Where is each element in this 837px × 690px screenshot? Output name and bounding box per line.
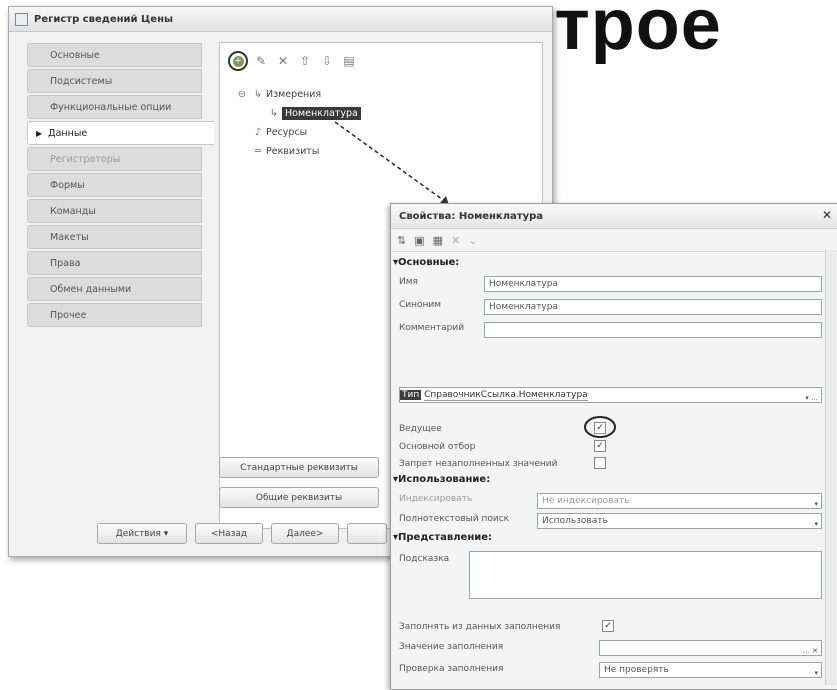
leading-label: Ведущее xyxy=(399,424,442,434)
section-basic-header[interactable]: ▾Основные: xyxy=(393,257,459,268)
fill-value-field[interactable]: … ✕ xyxy=(599,640,822,656)
close-icon[interactable]: ✕ xyxy=(822,208,832,222)
name-field[interactable]: Номенклатура xyxy=(484,276,822,292)
type-label: Тип xyxy=(400,390,422,400)
chevron-down-icon: ▾ xyxy=(814,669,818,677)
properties-titlebar: Свойства: Номенклатура ✕ xyxy=(391,204,837,229)
filter-icon[interactable]: ▦ xyxy=(433,234,443,247)
fill-from-checkbox[interactable]: ✓ xyxy=(602,620,614,632)
fulltext-label: Полнотекстовый поиск xyxy=(399,514,510,524)
section-view-header[interactable]: ▾Представление: xyxy=(393,532,492,543)
tooltip-field[interactable] xyxy=(469,551,822,599)
chevron-down-icon: ▾ xyxy=(814,500,818,508)
main-filter-checkbox[interactable]: ✓ xyxy=(594,440,606,452)
vertical-scrollbar[interactable] xyxy=(825,250,836,685)
fill-value-label: Значение заполнения xyxy=(399,642,504,652)
comment-field[interactable] xyxy=(484,322,822,338)
type-value: СправочникСсылка.Номенклатура xyxy=(424,390,588,401)
fill-from-label: Заполнять из данных заполнения xyxy=(399,622,561,632)
clear-value-icon[interactable]: … ✕ xyxy=(803,644,818,655)
synonym-field[interactable]: Номенклатура xyxy=(484,299,822,315)
type-field[interactable]: Тип СправочникСсылка.Номенклатура ▾ … xyxy=(399,387,822,403)
fill-check-select[interactable]: Не проверять ▾ xyxy=(599,662,822,678)
comment-label: Комментарий xyxy=(399,323,465,333)
deny-empty-label: Запрет незаполненных значений xyxy=(399,459,558,469)
name-label: Имя xyxy=(399,277,418,287)
sort-icon[interactable]: ⇅ xyxy=(397,234,406,247)
index-label: Индексировать xyxy=(399,494,473,504)
categories-icon[interactable]: ▣ xyxy=(414,234,424,247)
chevron-down-icon: ▾ xyxy=(814,520,818,528)
main-filter-label: Основной отбор xyxy=(399,442,476,452)
highlight-circle xyxy=(584,416,616,438)
chevron-down-icon[interactable]: ⌄ xyxy=(468,234,477,247)
deny-empty-checkbox[interactable] xyxy=(594,457,606,469)
fill-check-label: Проверка заполнения xyxy=(399,664,504,674)
fulltext-select[interactable]: Использовать ▾ xyxy=(537,513,822,529)
synonym-label: Синоним xyxy=(399,300,442,310)
properties-toolbar: ⇅ ▣ ▦ ✕ ⌄ xyxy=(391,229,837,252)
tooltip-label: Подсказка xyxy=(399,554,450,564)
clear-icon[interactable]: ✕ xyxy=(451,234,460,247)
chevron-down-icon[interactable]: ▾ … xyxy=(805,391,818,402)
index-select[interactable]: Не индексировать ▾ xyxy=(537,493,822,509)
section-usage-header[interactable]: ▾Использование: xyxy=(393,474,490,485)
properties-window: Свойства: Номенклатура ✕ ⇅ ▣ ▦ ✕ ⌄ ▾Осно… xyxy=(390,203,837,690)
properties-window-title: Свойства: Номенклатура xyxy=(399,210,544,222)
